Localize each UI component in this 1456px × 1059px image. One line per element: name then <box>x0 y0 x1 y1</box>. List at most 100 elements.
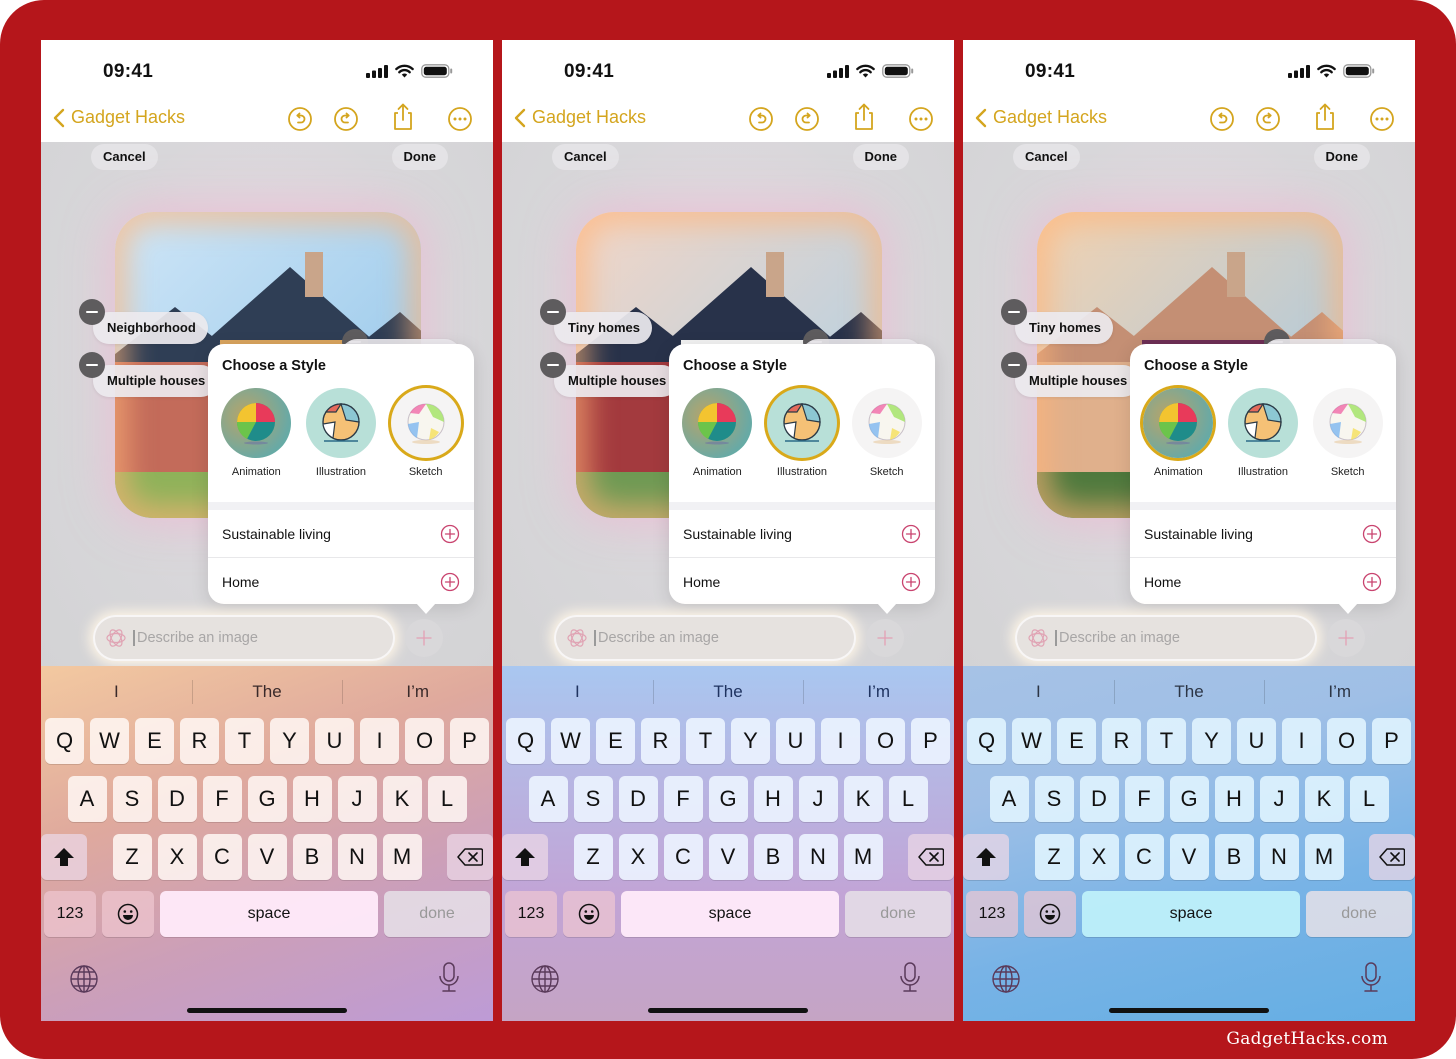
prediction-3[interactable]: I’m <box>342 674 493 710</box>
key-g[interactable]: G <box>247 776 287 822</box>
undo-button[interactable] <box>1209 106 1235 132</box>
share-button[interactable] <box>391 102 417 130</box>
done-button[interactable]: Done <box>1313 144 1370 170</box>
key-p[interactable]: P <box>911 718 950 764</box>
style-option-animation[interactable]: Animation <box>676 388 758 478</box>
suggestion-sustainable-living[interactable]: Sustainable living <box>208 510 474 558</box>
dictation-button[interactable] <box>1360 962 1382 999</box>
undo-button[interactable] <box>748 106 774 132</box>
key-z[interactable]: Z <box>573 834 613 880</box>
key-o[interactable]: O <box>866 718 905 764</box>
style-option-sketch[interactable]: Sketch <box>385 388 467 478</box>
cancel-button[interactable]: Cancel <box>1013 144 1080 170</box>
concept-tag-1[interactable]: Tiny homes <box>1015 312 1114 344</box>
key-n[interactable]: N <box>798 834 838 880</box>
shift-key[interactable] <box>502 834 549 880</box>
key-s[interactable]: S <box>112 776 152 822</box>
key-y[interactable]: Y <box>731 718 770 764</box>
key-i[interactable]: I <box>1282 718 1321 764</box>
key-x[interactable]: X <box>157 834 197 880</box>
add-concept-button[interactable] <box>1327 619 1365 657</box>
key-e[interactable]: E <box>135 718 174 764</box>
key-k[interactable]: K <box>843 776 883 822</box>
done-button[interactable]: Done <box>391 144 448 170</box>
concept-tag-1[interactable]: Tiny homes <box>554 312 653 344</box>
key-h[interactable]: H <box>753 776 793 822</box>
globe-button[interactable] <box>530 964 560 999</box>
key-l[interactable]: L <box>888 776 928 822</box>
key-o[interactable]: O <box>405 718 444 764</box>
share-button[interactable] <box>1313 102 1339 130</box>
redo-button[interactable] <box>333 106 359 132</box>
numbers-key[interactable]: 123 <box>966 891 1018 937</box>
key-c[interactable]: C <box>1124 834 1164 880</box>
key-t[interactable]: T <box>225 718 264 764</box>
key-y[interactable]: Y <box>270 718 309 764</box>
delete-key[interactable] <box>1368 834 1415 880</box>
more-button[interactable] <box>1369 106 1395 132</box>
delete-key[interactable] <box>907 834 954 880</box>
key-f[interactable]: F <box>663 776 703 822</box>
key-y[interactable]: Y <box>1192 718 1231 764</box>
prediction-2[interactable]: The <box>1113 674 1265 710</box>
back-button[interactable]: Gadget Hacks <box>53 107 185 128</box>
prediction-3[interactable]: I’m <box>803 674 954 710</box>
key-p[interactable]: P <box>450 718 489 764</box>
redo-button[interactable] <box>1255 106 1281 132</box>
key-o[interactable]: O <box>1327 718 1366 764</box>
redo-button[interactable] <box>794 106 820 132</box>
prediction-2[interactable]: The <box>652 674 804 710</box>
prompt-field[interactable] <box>93 615 395 661</box>
key-a[interactable]: A <box>989 776 1029 822</box>
style-option-animation[interactable]: Animation <box>215 388 297 478</box>
key-s[interactable]: S <box>1034 776 1074 822</box>
prediction-1[interactable]: I <box>963 674 1114 710</box>
prompt-field[interactable] <box>1015 615 1317 661</box>
plus-circle-icon[interactable] <box>440 524 460 544</box>
prediction-2[interactable]: The <box>191 674 343 710</box>
remove-tag-2-button[interactable] <box>79 352 105 378</box>
prediction-1[interactable]: I <box>41 674 192 710</box>
add-concept-button[interactable] <box>405 619 443 657</box>
space-key[interactable]: space <box>1082 891 1300 937</box>
style-option-illustration[interactable]: Illustration <box>1222 388 1304 478</box>
key-c[interactable]: C <box>202 834 242 880</box>
concept-tag-2[interactable]: Multiple houses <box>1015 365 1140 397</box>
done-button[interactable]: Done <box>852 144 909 170</box>
key-b[interactable]: B <box>753 834 793 880</box>
undo-button[interactable] <box>287 106 313 132</box>
key-j[interactable]: J <box>1259 776 1299 822</box>
key-v[interactable]: V <box>708 834 748 880</box>
emoji-key[interactable] <box>102 891 154 937</box>
describe-image-input[interactable] <box>133 630 373 646</box>
suggestion-sustainable-living[interactable]: Sustainable living <box>1130 510 1396 558</box>
describe-image-input[interactable] <box>1055 630 1295 646</box>
numbers-key[interactable]: 123 <box>44 891 96 937</box>
key-e[interactable]: E <box>596 718 635 764</box>
suggestion-home[interactable]: Home <box>1130 558 1396 606</box>
key-i[interactable]: I <box>821 718 860 764</box>
key-f[interactable]: F <box>202 776 242 822</box>
globe-button[interactable] <box>69 964 99 999</box>
key-w[interactable]: W <box>551 718 590 764</box>
key-m[interactable]: M <box>843 834 883 880</box>
back-button[interactable]: Gadget Hacks <box>514 107 646 128</box>
key-e[interactable]: E <box>1057 718 1096 764</box>
remove-tag-1-button[interactable] <box>1001 299 1027 325</box>
key-u[interactable]: U <box>315 718 354 764</box>
globe-button[interactable] <box>991 964 1021 999</box>
key-j[interactable]: J <box>337 776 377 822</box>
more-button[interactable] <box>908 106 934 132</box>
plus-circle-icon[interactable] <box>901 524 921 544</box>
key-s[interactable]: S <box>573 776 613 822</box>
remove-tag-1-button[interactable] <box>540 299 566 325</box>
describe-image-input[interactable] <box>594 630 834 646</box>
style-option-animation[interactable]: Animation <box>1137 388 1219 478</box>
space-key[interactable]: space <box>621 891 839 937</box>
suggestion-sustainable-living[interactable]: Sustainable living <box>669 510 935 558</box>
key-b[interactable]: B <box>1214 834 1254 880</box>
emoji-key[interactable] <box>1024 891 1076 937</box>
key-x[interactable]: X <box>618 834 658 880</box>
key-w[interactable]: W <box>90 718 129 764</box>
share-button[interactable] <box>852 102 878 130</box>
